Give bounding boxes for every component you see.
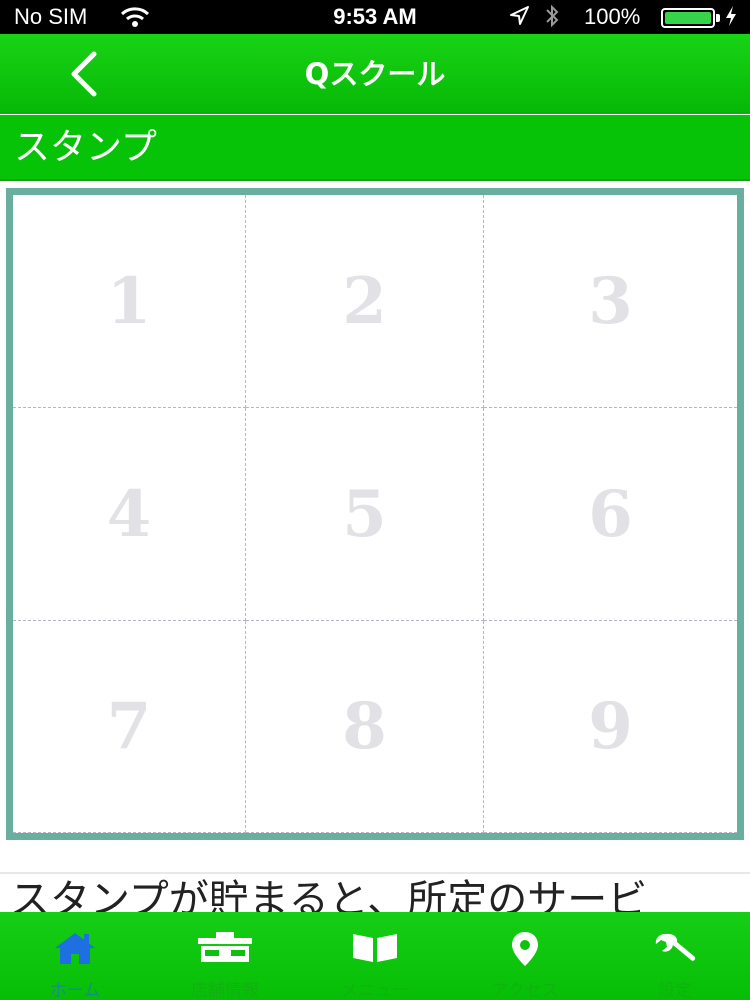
stamp-number: 9 bbox=[588, 689, 633, 764]
tab-label: メニュー bbox=[341, 981, 409, 1000]
stamp-cell: 7 bbox=[13, 621, 246, 833]
map-pin-icon bbox=[509, 930, 541, 972]
tab-label: ホーム bbox=[49, 981, 101, 1000]
tab-access[interactable]: アクセス bbox=[450, 912, 600, 1000]
battery-tip bbox=[716, 14, 720, 22]
stamp-notice-text: スタンプが貯まると、所定のサービ bbox=[10, 877, 648, 916]
stamp-cell: 8 bbox=[246, 621, 484, 833]
book-icon bbox=[350, 930, 400, 968]
tab-settings[interactable]: 設定 bbox=[600, 912, 750, 1000]
tab-shop-info[interactable]: 店舗情報 bbox=[150, 912, 300, 1000]
stamp-number: 3 bbox=[588, 263, 633, 339]
status-bar: No SIM 9:53 AM 100% bbox=[0, 0, 750, 34]
stamp-number: 4 bbox=[106, 476, 152, 552]
stamp-cell: 4 bbox=[13, 408, 246, 621]
tab-menu[interactable]: メニュー bbox=[300, 912, 450, 1000]
page-title: Qスクール bbox=[304, 57, 446, 91]
section-title: スタンプ bbox=[14, 127, 157, 168]
stamp-cell: 3 bbox=[484, 195, 737, 408]
stamp-cell: 5 bbox=[246, 408, 484, 621]
stamp-cell: 6 bbox=[484, 408, 737, 621]
stamp-number: 1 bbox=[106, 263, 152, 339]
battery-level bbox=[665, 12, 711, 24]
charging-icon bbox=[724, 4, 738, 34]
tab-label: 設定 bbox=[658, 981, 692, 1000]
stamp-number: 7 bbox=[106, 689, 152, 764]
stamp-number: 6 bbox=[588, 476, 633, 552]
section-header: スタンプ bbox=[0, 115, 750, 181]
stamp-card: 1 2 3 4 5 6 7 8 9 bbox=[6, 188, 744, 840]
location-arrow-icon bbox=[508, 5, 530, 33]
stamp-number: 2 bbox=[342, 263, 387, 339]
home-icon bbox=[51, 930, 99, 970]
wrench-icon bbox=[651, 930, 699, 970]
tab-home[interactable]: ホーム bbox=[0, 912, 150, 1000]
stamp-cell: 1 bbox=[13, 195, 246, 408]
battery-percent: 100% bbox=[584, 4, 641, 29]
stamp-number: 5 bbox=[342, 476, 387, 552]
stamp-number: 8 bbox=[342, 689, 387, 764]
battery-icon bbox=[661, 8, 715, 28]
stamp-grid: 1 2 3 4 5 6 7 8 9 bbox=[13, 195, 737, 833]
stamp-cell: 9 bbox=[484, 621, 737, 833]
tab-label: 店舗情報 bbox=[191, 981, 259, 1000]
stamp-cell: 2 bbox=[246, 195, 484, 408]
tab-bar: ホーム 店舗情報 メニュー アクセス 設定 bbox=[0, 912, 750, 1000]
bluetooth-icon bbox=[544, 4, 560, 34]
navigation-bar: Qスクール bbox=[0, 34, 750, 114]
shop-icon bbox=[196, 930, 254, 968]
tab-label: アクセス bbox=[491, 981, 559, 1000]
